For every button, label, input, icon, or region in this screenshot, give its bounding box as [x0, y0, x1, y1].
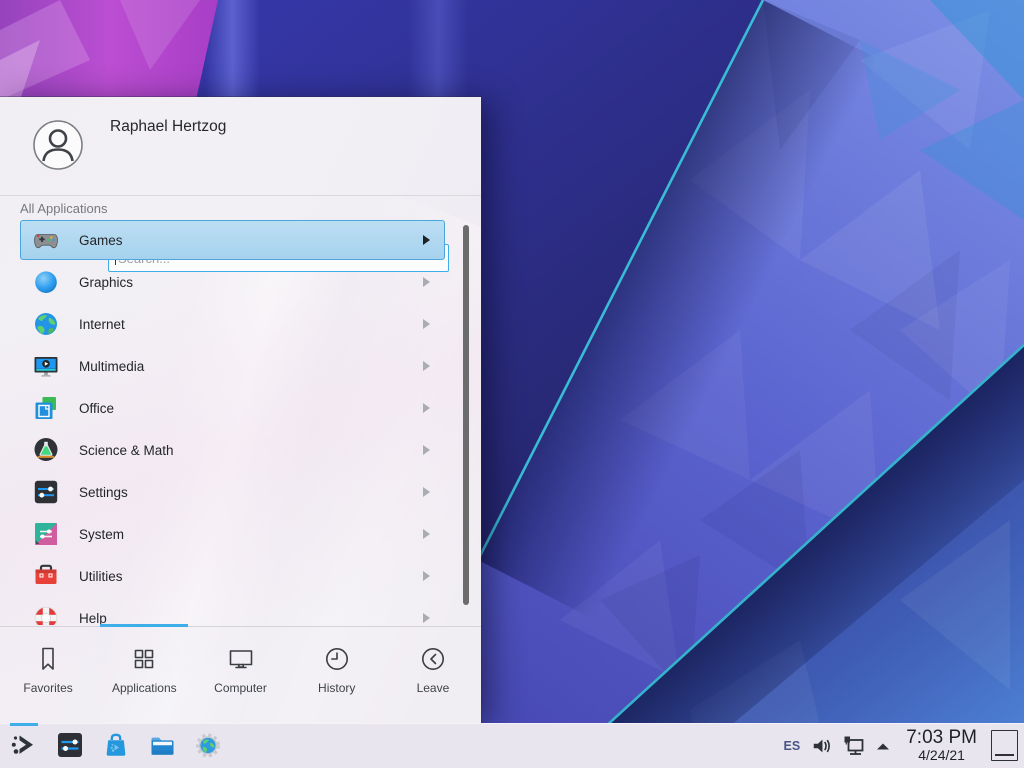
category-label: Internet: [79, 317, 125, 332]
user-avatar[interactable]: [33, 120, 83, 170]
submenu-arrow-icon: [423, 571, 430, 581]
pinned-apps: [9, 730, 223, 760]
taskbar-panel: ES 7:03 PM 4/24/21: [0, 723, 1024, 768]
category-games[interactable]: Games: [20, 220, 445, 260]
media-player-icon: [32, 352, 60, 380]
system-settings-button[interactable]: [55, 730, 85, 760]
category-label: Games: [79, 233, 123, 248]
header-divider: [0, 195, 481, 196]
submenu-arrow-icon: [423, 529, 430, 539]
category-internet[interactable]: Internet: [20, 304, 445, 344]
submenu-arrow-icon: [423, 361, 430, 371]
software-bag-icon: [101, 730, 131, 760]
leave-icon: [418, 644, 448, 674]
discover-button[interactable]: [101, 730, 131, 760]
category-system[interactable]: System: [20, 514, 445, 554]
category-graphics[interactable]: Graphics: [20, 262, 445, 302]
document-icon: [32, 394, 60, 422]
tab-label: Favorites: [23, 681, 72, 695]
app-grid-icon: [129, 644, 159, 674]
sphere-icon: [32, 268, 60, 296]
submenu-arrow-icon: [423, 277, 430, 287]
category-label: Science & Math: [79, 443, 174, 458]
submenu-arrow-icon: [423, 403, 430, 413]
file-manager-button[interactable]: [147, 730, 177, 760]
globe-gear-icon: [193, 730, 223, 760]
submenu-arrow-icon: [423, 235, 430, 245]
globe-icon: [32, 310, 60, 338]
launcher-header: Raphael Hertzog: [0, 97, 481, 195]
network-icon[interactable]: [842, 734, 866, 758]
category-science-math[interactable]: Science & Math: [20, 430, 445, 470]
user-name: Raphael Hertzog: [110, 118, 226, 136]
expand-tray-caret-icon[interactable]: [875, 741, 891, 751]
category-label: Graphics: [79, 275, 133, 290]
keyboard-layout-indicator[interactable]: ES: [784, 739, 801, 753]
digital-clock[interactable]: 7:03 PM 4/24/21: [906, 728, 977, 763]
flask-icon: [32, 436, 60, 464]
category-office[interactable]: Office: [20, 388, 445, 428]
tab-label: History: [318, 681, 355, 695]
application-launcher-menu: Raphael Hertzog All Applications Games: [0, 97, 481, 723]
system-sliders-icon: [32, 520, 60, 548]
lifebuoy-icon: [32, 604, 60, 625]
category-label: Multimedia: [79, 359, 144, 374]
tab-leave[interactable]: Leave: [385, 627, 481, 723]
tab-favorites[interactable]: Favorites: [0, 627, 96, 723]
submenu-arrow-icon: [423, 613, 430, 623]
category-help[interactable]: Help: [20, 598, 445, 625]
category-label: Utilities: [79, 569, 123, 584]
sliders-icon: [32, 478, 60, 506]
system-tray: ES 7:03 PM 4/24/21: [784, 723, 1018, 768]
submenu-arrow-icon: [423, 487, 430, 497]
category-label: Settings: [79, 485, 128, 500]
tab-label: Computer: [214, 681, 267, 695]
tab-label: Leave: [417, 681, 450, 695]
tab-applications[interactable]: Applications: [96, 627, 192, 723]
volume-icon[interactable]: [811, 735, 833, 757]
clock-time: 7:03 PM: [906, 728, 977, 748]
history-clock-icon: [322, 644, 352, 674]
category-label: Office: [79, 401, 114, 416]
submenu-arrow-icon: [423, 445, 430, 455]
monitor-icon: [226, 644, 256, 674]
category-list: Games Graphics: [0, 220, 481, 625]
application-launcher-button[interactable]: [9, 730, 39, 760]
section-label: All Applications: [20, 201, 107, 216]
kde-launcher-icon: [9, 730, 39, 760]
toolbox-icon: [32, 562, 60, 590]
show-desktop-button[interactable]: [991, 730, 1018, 761]
category-settings[interactable]: Settings: [20, 472, 445, 512]
category-utilities[interactable]: Utilities: [20, 556, 445, 596]
tab-history[interactable]: History: [289, 627, 385, 723]
submenu-arrow-icon: [423, 319, 430, 329]
tab-label: Applications: [112, 681, 177, 695]
gamepad-icon: [32, 226, 60, 254]
web-browser-button[interactable]: [193, 730, 223, 760]
category-label: System: [79, 527, 124, 542]
bookmark-icon: [33, 644, 63, 674]
launcher-tab-bar: Favorites Applications Computer: [0, 626, 481, 723]
list-scrollbar[interactable]: [463, 225, 469, 605]
category-multimedia[interactable]: Multimedia: [20, 346, 445, 386]
category-label: Help: [79, 611, 107, 626]
tab-computer[interactable]: Computer: [192, 627, 288, 723]
clock-date: 4/24/21: [918, 748, 965, 763]
settings-sliders-icon: [55, 730, 85, 760]
folder-icon: [147, 730, 177, 760]
